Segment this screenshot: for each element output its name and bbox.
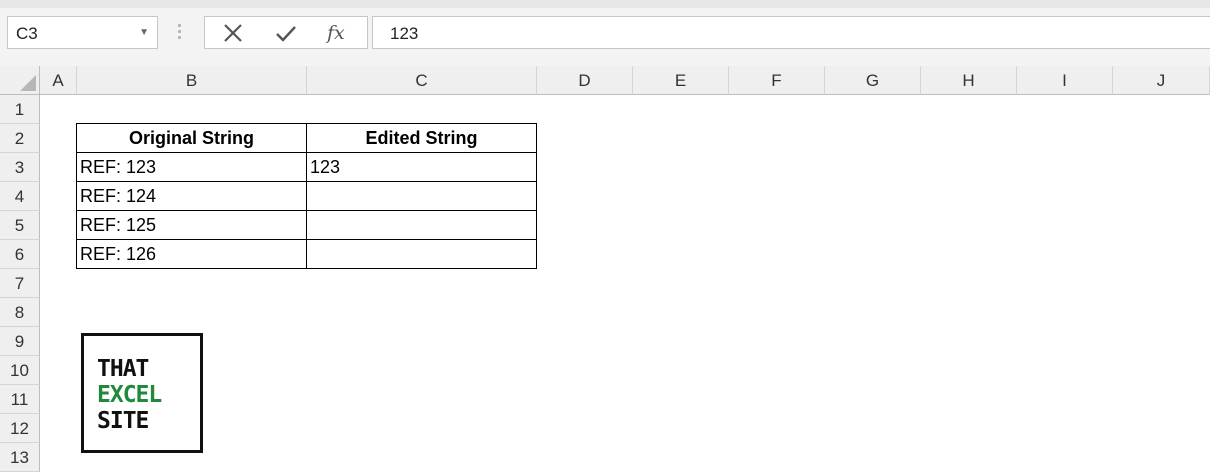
column-header-f[interactable]: F [729, 66, 825, 95]
row-header-1[interactable]: 1 [0, 95, 40, 124]
close-icon[interactable] [219, 22, 247, 46]
row-header-7[interactable]: 7 [0, 269, 40, 298]
column-header-d[interactable]: D [537, 66, 633, 95]
column-header-j[interactable]: J [1113, 66, 1210, 95]
name-box-value[interactable]: C3 [16, 24, 38, 44]
row-header-2[interactable]: 2 [0, 124, 40, 153]
cell-c2[interactable]: Edited String [307, 123, 537, 153]
formula-input[interactable]: 123 [372, 16, 1210, 49]
column-header-c[interactable]: C [307, 66, 537, 95]
select-all-triangle [20, 75, 36, 91]
cell-c6[interactable] [307, 240, 537, 269]
row-header-13[interactable]: 13 [0, 443, 40, 472]
row-header-3[interactable]: 3 [0, 153, 40, 182]
logo-line-3: SITE [97, 408, 149, 434]
cell-b4[interactable]: REF: 124 [76, 182, 307, 211]
formula-bar-area: C3 ▼ fx 123 [0, 0, 1210, 66]
row-header-10[interactable]: 10 [0, 356, 40, 385]
row-header-5[interactable]: 5 [0, 211, 40, 240]
column-header-g[interactable]: G [825, 66, 921, 95]
row-header-6[interactable]: 6 [0, 240, 40, 269]
cell-b5[interactable]: REF: 125 [76, 211, 307, 240]
column-header-e[interactable]: E [633, 66, 729, 95]
column-header-i[interactable]: I [1017, 66, 1113, 95]
cell-b6[interactable]: REF: 126 [76, 240, 307, 269]
insert-function-button[interactable]: fx [327, 22, 355, 46]
row-header-12[interactable]: 12 [0, 414, 40, 443]
logo-line-2: EXCEL [97, 382, 162, 408]
formula-value[interactable]: 123 [390, 24, 418, 44]
ribbon-edge [0, 0, 1210, 8]
row-header-9[interactable]: 9 [0, 327, 40, 356]
drag-handle-icon[interactable] [176, 22, 182, 42]
cell-b2[interactable]: Original String [76, 123, 307, 153]
column-header-h[interactable]: H [921, 66, 1017, 95]
name-box[interactable]: C3 ▼ [7, 16, 158, 49]
row-header-8[interactable]: 8 [0, 298, 40, 327]
formula-buttons: fx [204, 16, 368, 49]
select-all-button[interactable] [0, 66, 40, 95]
cell-c5[interactable] [307, 211, 537, 240]
chevron-down-icon[interactable]: ▼ [139, 27, 149, 38]
cell-b3[interactable]: REF: 123 [76, 153, 307, 182]
row-header-11[interactable]: 11 [0, 385, 40, 414]
logo-line-1: THAT [97, 356, 149, 382]
column-header-a[interactable]: A [40, 66, 77, 95]
row-header-4[interactable]: 4 [0, 182, 40, 211]
cell-c3[interactable]: 123 [307, 153, 537, 182]
that-excel-site-logo[interactable]: THAT EXCEL SITE [81, 333, 203, 453]
column-header-b[interactable]: B [77, 66, 307, 95]
cell-c4[interactable] [307, 182, 537, 211]
checkmark-icon[interactable] [272, 22, 300, 46]
